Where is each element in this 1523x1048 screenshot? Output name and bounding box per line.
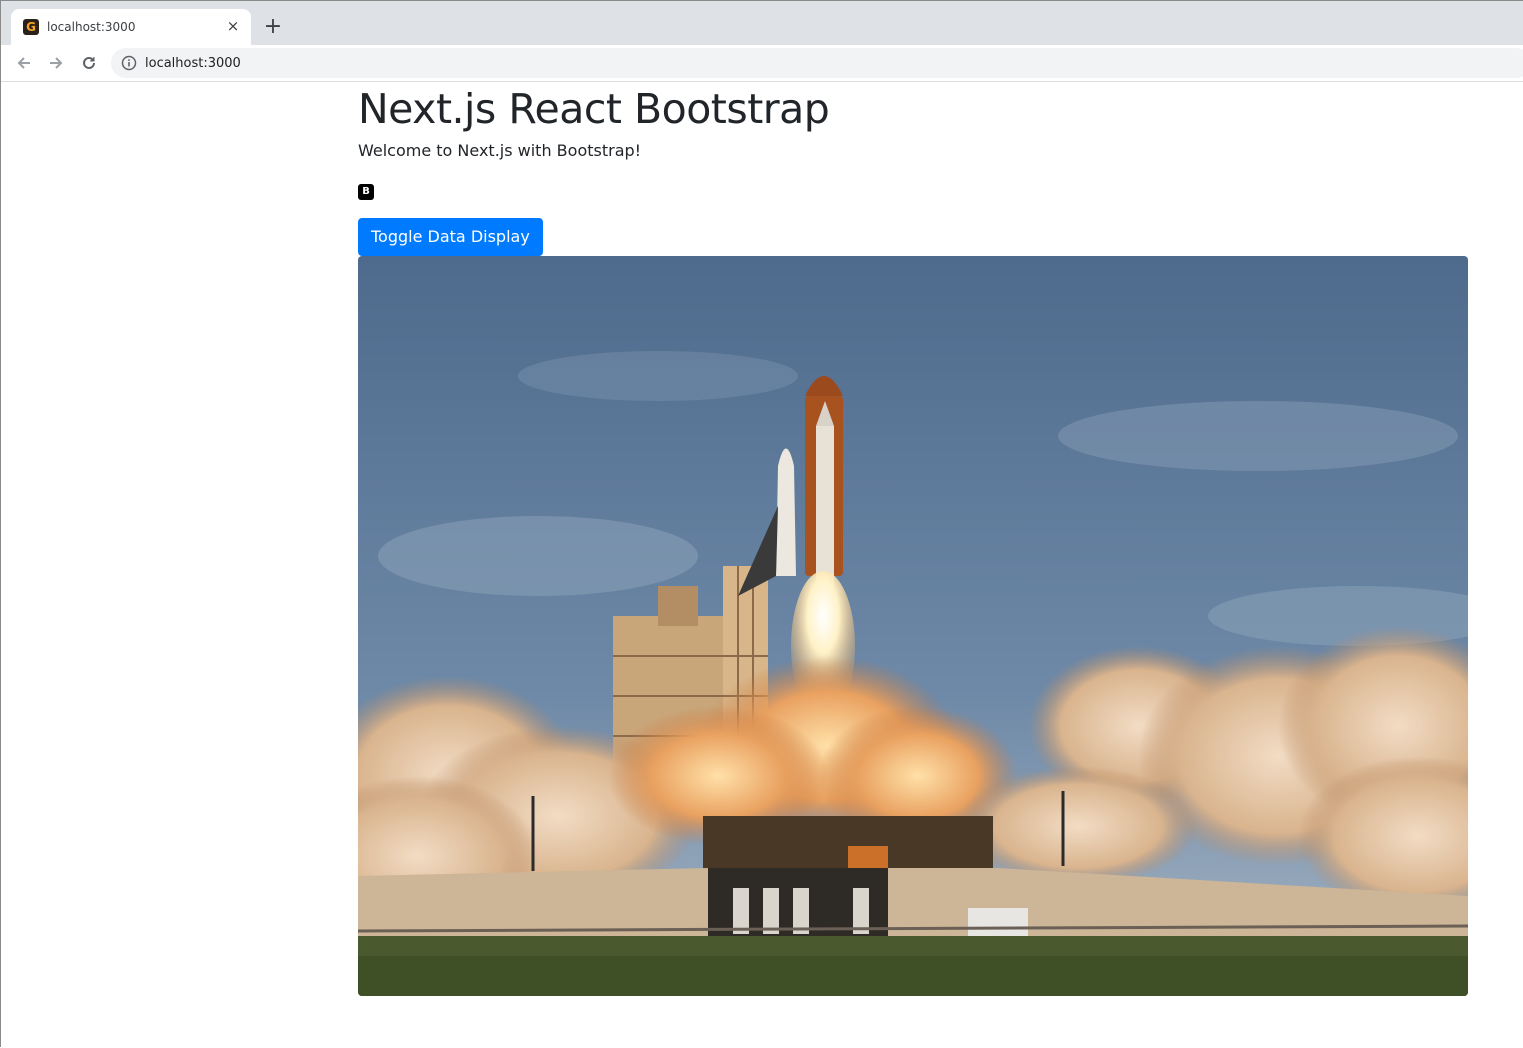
rocket-launch-illustration: [358, 256, 1468, 996]
tab-title: localhost:3000: [47, 20, 136, 34]
back-arrow-icon[interactable]: [13, 52, 35, 74]
close-icon[interactable]: ×: [225, 18, 241, 34]
page-content: Next.js React Bootstrap Welcome to Next.…: [1, 82, 1523, 1048]
tab-localhost[interactable]: G localhost:3000 ×: [11, 9, 251, 45]
forward-arrow-icon[interactable]: [45, 52, 67, 74]
reload-icon[interactable]: [78, 52, 100, 74]
welcome-text: Welcome to Next.js with Bootstrap!: [358, 141, 642, 160]
site-favicon-icon: G: [23, 19, 39, 35]
tab-strip: G localhost:3000 × +: [1, 1, 1523, 45]
bootstrap-icon: B: [358, 184, 374, 200]
browser-toolbar: localhost:3000: [1, 45, 1523, 82]
rocket-launch-image: [358, 256, 1468, 996]
page-title: Next.js React Bootstrap: [358, 85, 830, 133]
toggle-data-display-button[interactable]: Toggle Data Display: [358, 218, 543, 256]
new-tab-icon[interactable]: +: [263, 16, 283, 38]
browser-window: G localhost:3000 × + localhost:3000 Next…: [0, 0, 1523, 1047]
url-text[interactable]: localhost:3000: [145, 56, 241, 71]
info-icon[interactable]: [121, 55, 137, 71]
address-bar[interactable]: localhost:3000: [111, 48, 1523, 78]
